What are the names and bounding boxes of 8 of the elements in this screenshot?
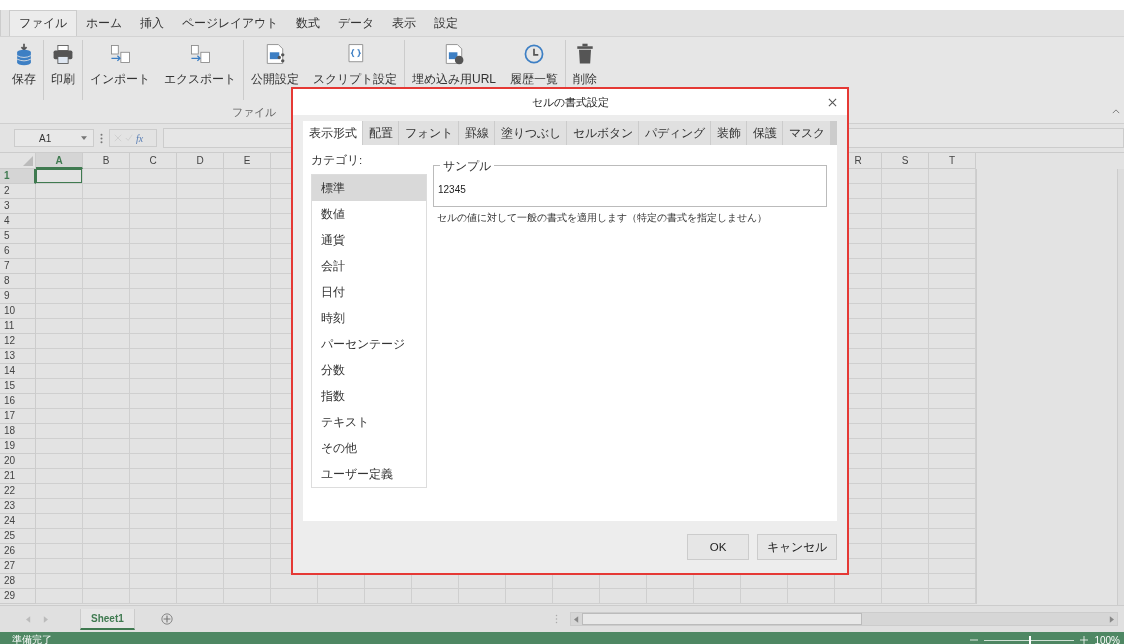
ribbon-group-label: ファイル	[232, 105, 276, 120]
format-description: セルの値に対して一般の書式を適用します（特定の書式を指定しません）	[436, 211, 768, 225]
dialog-title: セルの書式設定	[531, 94, 609, 110]
sample-value: 12345	[438, 182, 466, 195]
category-label: カテゴリ:	[311, 153, 364, 168]
status-text: 準備完了	[12, 633, 52, 644]
zoom-level: 100%	[1094, 634, 1120, 644]
sample-label: サンプル	[440, 159, 494, 174]
